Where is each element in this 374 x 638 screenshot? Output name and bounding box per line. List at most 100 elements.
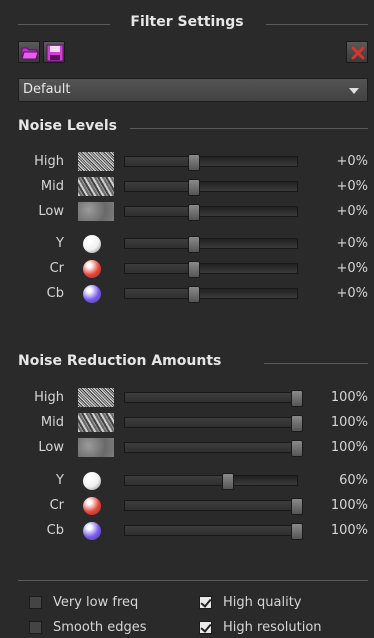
slider-track[interactable] <box>124 154 298 171</box>
slider-thumb[interactable] <box>187 204 200 221</box>
checkbox-high-resolution[interactable]: High resolution <box>199 620 369 638</box>
slider-value: 100% <box>330 440 368 455</box>
slider-label: Cb <box>46 286 64 301</box>
slider-thumb[interactable] <box>187 236 200 253</box>
slider-label: Y <box>56 236 64 251</box>
slider-value: 100% <box>330 390 368 405</box>
color-channel-icon <box>83 522 101 540</box>
slider-label: Cr <box>49 498 64 513</box>
slider-track[interactable] <box>124 415 303 432</box>
slider-fill <box>125 264 194 273</box>
slider-row-low: Low 100% <box>0 437 374 459</box>
slider-fill <box>125 289 194 298</box>
folder-open-icon <box>21 47 39 60</box>
toolbar <box>18 41 368 65</box>
slider-row-low: Low +0% <box>0 201 374 223</box>
slider-value: 100% <box>330 498 368 513</box>
slider-fill <box>125 239 194 248</box>
noise-reduction-title: Noise Reduction Amounts <box>18 353 222 369</box>
close-x-icon <box>351 46 365 60</box>
checkbox-box[interactable] <box>199 621 212 634</box>
noise-levels-rule <box>130 128 368 129</box>
high-noise-swatch-icon <box>78 152 114 171</box>
slider-track[interactable] <box>124 440 303 457</box>
slider-fill <box>125 393 297 402</box>
checkbox-box[interactable] <box>199 596 212 609</box>
slider-value: +0% <box>336 179 368 194</box>
slider-row-cr: Cr 100% <box>0 495 374 517</box>
panel-header: Filter Settings <box>0 0 374 30</box>
slider-row-cb: Cb +0% <box>0 283 374 305</box>
slider-value: 100% <box>330 523 368 538</box>
slider-label: High <box>34 390 64 405</box>
slider-row-cb: Cb 100% <box>0 520 374 542</box>
low-noise-swatch-icon <box>78 202 114 221</box>
slider-label: Cr <box>49 261 64 276</box>
slider-thumb[interactable] <box>187 154 200 171</box>
slider-track[interactable] <box>124 473 298 490</box>
save-button[interactable] <box>43 41 65 63</box>
slider-track[interactable] <box>124 261 298 278</box>
checkbox-box[interactable] <box>29 596 42 609</box>
slider-thumb[interactable] <box>291 415 303 432</box>
open-button[interactable] <box>18 41 40 63</box>
color-channel-icon <box>83 497 101 515</box>
checkbox-smooth-edges[interactable]: Smooth edges <box>29 620 179 638</box>
checkbox-label: High quality <box>223 595 302 610</box>
slider-fill <box>125 526 297 535</box>
slider-fill <box>125 182 194 191</box>
slider-track[interactable] <box>124 179 298 196</box>
slider-thumb[interactable] <box>187 261 200 278</box>
checkbox-box[interactable] <box>29 621 42 634</box>
slider-thumb[interactable] <box>291 390 303 407</box>
slider-track[interactable] <box>124 498 303 515</box>
options-divider <box>18 580 368 581</box>
slider-track[interactable] <box>124 523 303 540</box>
slider-fill <box>125 207 194 216</box>
preset-value: Default <box>23 82 71 97</box>
slider-value: +0% <box>336 154 368 169</box>
noise-reduction-header: Noise Reduction Amounts <box>18 353 368 371</box>
slider-fill <box>125 443 297 452</box>
checkbox-label: Smooth edges <box>53 620 147 635</box>
panel-title: Filter Settings <box>130 14 244 30</box>
low-noise-swatch-icon <box>78 438 114 457</box>
slider-label: Mid <box>40 415 64 430</box>
slider-label: High <box>34 154 64 169</box>
slider-thumb[interactable] <box>291 523 303 540</box>
checkbox-label: Very low freq <box>53 595 139 610</box>
filter-settings-panel: Filter Settings Default Noise Levels Hig… <box>0 0 374 637</box>
preset-select[interactable]: Default <box>18 78 368 102</box>
slider-row-mid: Mid 100% <box>0 412 374 434</box>
slider-row-high: High 100% <box>0 387 374 409</box>
slider-label: Y <box>56 473 64 488</box>
slider-thumb[interactable] <box>187 286 200 303</box>
slider-thumb[interactable] <box>291 440 303 457</box>
slider-fill <box>125 476 229 485</box>
slider-track[interactable] <box>124 286 298 303</box>
slider-value: +0% <box>336 286 368 301</box>
checkbox-high-quality[interactable]: High quality <box>199 595 349 613</box>
slider-row-y: Y 60% <box>0 470 374 492</box>
mid-noise-swatch-icon <box>78 177 114 196</box>
slider-thumb[interactable] <box>187 179 200 196</box>
slider-track[interactable] <box>124 390 303 407</box>
delete-button[interactable] <box>346 41 368 63</box>
slider-value: 60% <box>339 473 368 488</box>
slider-track[interactable] <box>124 204 298 221</box>
slider-row-mid: Mid +0% <box>0 176 374 198</box>
checkbox-label: High resolution <box>223 620 322 635</box>
floppy-save-icon <box>46 44 64 62</box>
color-channel-icon <box>83 235 101 253</box>
slider-label: Low <box>38 440 64 455</box>
slider-fill <box>125 418 297 427</box>
noise-levels-title: Noise Levels <box>18 118 118 134</box>
slider-thumb[interactable] <box>291 498 303 515</box>
color-channel-icon <box>83 260 101 278</box>
color-channel-icon <box>83 472 101 490</box>
noise-levels-header: Noise Levels <box>18 118 368 136</box>
slider-thumb[interactable] <box>222 473 235 490</box>
slider-fill <box>125 157 194 166</box>
checkbox-very-low-freq[interactable]: Very low freq <box>29 595 179 613</box>
slider-track[interactable] <box>124 236 298 253</box>
